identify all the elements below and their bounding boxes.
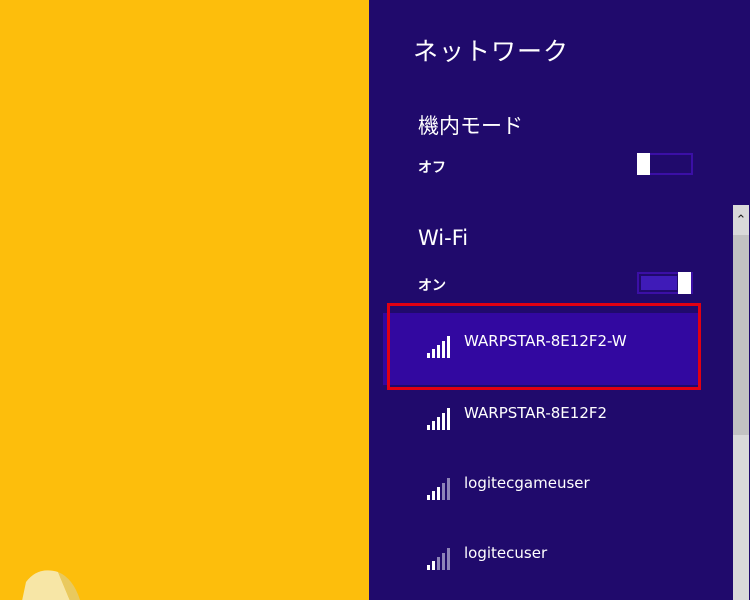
desktop-background: [0, 0, 369, 600]
panel-title: ネットワーク: [413, 37, 570, 66]
scrollbar-thumb[interactable]: [733, 235, 749, 435]
paper-curl-decoration: [22, 570, 80, 600]
airplane-mode-label: 機内モード: [418, 114, 523, 138]
network-name: logitecgameuser: [464, 474, 590, 492]
network-item-logitecuser[interactable]: logitecuser: [383, 525, 698, 597]
wifi-toggle[interactable]: [637, 272, 693, 294]
network-item-logitecgameuser[interactable]: logitecgameuser: [383, 455, 698, 527]
wifi-signal-icon: [427, 336, 453, 358]
wifi-state: オン: [418, 278, 446, 294]
network-charm-panel: ネットワーク 機内モード オフ Wi-Fi オン WARPSTAR-8E12F2…: [369, 0, 750, 600]
toggle-fill: [641, 276, 677, 290]
network-list-scrollbar[interactable]: ⌃: [731, 205, 750, 600]
wifi-label: Wi-Fi: [418, 226, 469, 250]
network-name: logitecuser: [464, 544, 548, 562]
wifi-signal-icon: [427, 548, 453, 570]
network-name: WARPSTAR-8E12F2-W: [464, 332, 627, 350]
toggle-thumb: [678, 272, 691, 294]
network-item-warpstar[interactable]: WARPSTAR-8E12F2: [383, 385, 698, 457]
wifi-signal-icon: [427, 478, 453, 500]
chevron-up-icon[interactable]: ⌃: [733, 209, 749, 233]
wifi-signal-icon: [427, 408, 453, 430]
airplane-mode-state: オフ: [418, 160, 446, 176]
toggle-thumb: [637, 153, 650, 175]
network-name: WARPSTAR-8E12F2: [464, 404, 608, 422]
airplane-mode-toggle[interactable]: [637, 153, 693, 175]
network-item-warpstar-w[interactable]: WARPSTAR-8E12F2-W: [383, 313, 698, 385]
